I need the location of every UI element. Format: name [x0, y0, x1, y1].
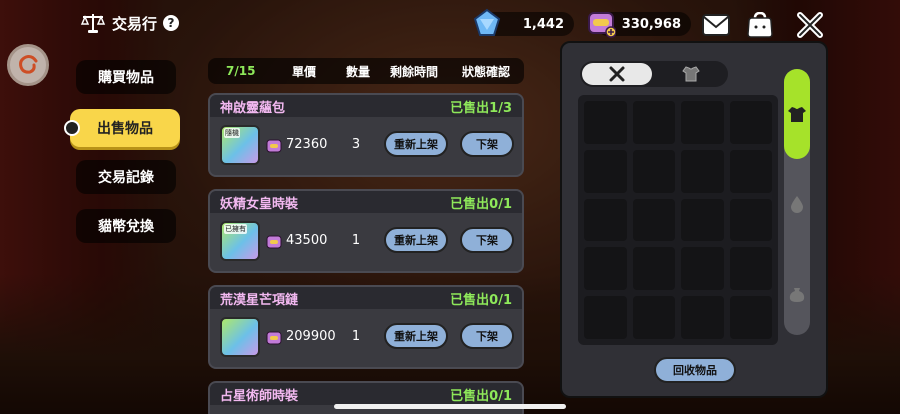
- category-rail: [784, 69, 810, 335]
- inventory-slot[interactable]: [632, 296, 675, 339]
- relist-button[interactable]: 重新上架: [384, 131, 448, 157]
- inventory-slot[interactable]: [632, 198, 675, 242]
- bag-button[interactable]: [746, 11, 774, 39]
- droplet-icon: [791, 196, 803, 213]
- listing-card[interactable]: 妖精女皇時裝 已售出0/1 已擁有 43500 1 重新上架 下架: [208, 189, 524, 273]
- coin-pouch-icon: [266, 331, 282, 345]
- inventory-slot[interactable]: [681, 149, 724, 193]
- inventory-slot[interactable]: [729, 247, 772, 291]
- arrow-icon: [64, 120, 80, 136]
- inventory-slot[interactable]: [632, 247, 675, 291]
- inventory-slot[interactable]: [729, 296, 772, 339]
- col-price: 單價: [292, 64, 317, 79]
- mail-button[interactable]: [702, 11, 730, 39]
- coin-pouch-icon: [266, 235, 282, 249]
- mail-icon: [702, 14, 730, 36]
- shirt-icon: [788, 107, 806, 122]
- scale-icon: [80, 14, 106, 33]
- menu-sell-label: 出售物品: [97, 121, 153, 137]
- item-tag: 隨機: [224, 128, 240, 138]
- item-thumbnail[interactable]: 已擁有: [220, 221, 260, 261]
- inventory-slot[interactable]: [729, 101, 772, 144]
- inventory-slot[interactable]: [681, 247, 724, 291]
- home-indicator[interactable]: [334, 404, 566, 409]
- swirl-button[interactable]: [7, 44, 49, 86]
- menu-sell[interactable]: 出售物品: [64, 109, 180, 147]
- inventory-slot[interactable]: [729, 149, 772, 193]
- menu-records[interactable]: 交易記錄: [76, 160, 176, 194]
- relist-button[interactable]: 重新上架: [384, 323, 448, 349]
- swirl-icon: [19, 55, 38, 74]
- item-name: 荒漠星芒項鏈: [220, 292, 299, 308]
- category-pets[interactable]: [784, 159, 810, 249]
- recycle-button[interactable]: 回收物品: [654, 357, 736, 383]
- inventory-slot[interactable]: [681, 296, 724, 339]
- item-name: 占星術師時裝: [220, 388, 299, 404]
- sold-status: 已售出0/1: [450, 292, 512, 308]
- remove-button[interactable]: 下架: [460, 227, 514, 253]
- remove-button[interactable]: 下架: [460, 323, 514, 349]
- category-equipment[interactable]: [784, 69, 810, 159]
- col-time: 剩餘時間: [390, 64, 439, 79]
- item-qty: 1: [351, 233, 361, 248]
- menu-buy[interactable]: 購買物品: [76, 60, 176, 94]
- listing-count: 7/15: [226, 64, 256, 78]
- close-button[interactable]: [796, 11, 824, 39]
- page-title: 交易行 ?: [80, 12, 180, 34]
- coin-pouch-icon: [266, 139, 282, 153]
- sold-status: 已售出0/1: [450, 388, 512, 404]
- inventory-slot[interactable]: [729, 198, 772, 242]
- inventory-slot[interactable]: [584, 296, 627, 339]
- page-title-text: 交易行: [112, 14, 158, 33]
- inventory-slot[interactable]: [584, 149, 627, 193]
- item-price: 72360: [286, 137, 328, 152]
- inventory-panel: 回收物品: [560, 41, 828, 398]
- gem-amount: 1,442: [522, 16, 564, 32]
- inventory-grid: [578, 95, 778, 345]
- coin-counter: 330,968: [588, 12, 691, 38]
- item-qty: 3: [351, 137, 361, 152]
- inventory-tabs: [580, 61, 728, 87]
- listing-header: 7/15 單價 數量 剩餘時間 狀態確認: [208, 58, 524, 84]
- inventory-slot[interactable]: [681, 101, 724, 144]
- crossed-tools-icon: [797, 12, 823, 38]
- item-price: 209900: [286, 329, 336, 344]
- listing-card[interactable]: 占星術師時裝 已售出0/1: [208, 381, 524, 414]
- pouch-icon: [789, 288, 805, 302]
- listing-card[interactable]: 荒漠星芒項鏈 已售出0/1 209900 1 重新上架 下架: [208, 285, 524, 369]
- crossed-swords-icon: [609, 66, 625, 82]
- item-thumbnail[interactable]: [220, 317, 260, 357]
- col-status: 狀態確認: [462, 64, 511, 79]
- item-tag: 已擁有: [224, 224, 247, 234]
- relist-button[interactable]: 重新上架: [384, 227, 448, 253]
- inventory-slot[interactable]: [584, 198, 627, 242]
- tab-armor[interactable]: [656, 63, 726, 85]
- gem-counter: 1,442: [473, 8, 574, 36]
- item-name: 神啟靈蘊包: [220, 100, 286, 116]
- inventory-slot[interactable]: [632, 149, 675, 193]
- item-price: 43500: [286, 233, 328, 248]
- bag-icon: [747, 12, 773, 38]
- tab-weapons[interactable]: [582, 63, 652, 85]
- coin-amount: 330,968: [621, 16, 681, 32]
- menu-exchange[interactable]: 貓幣兌換: [76, 209, 176, 243]
- gem-icon: [473, 8, 501, 36]
- armor-icon: [682, 66, 700, 82]
- item-qty: 1: [351, 329, 361, 344]
- help-icon[interactable]: ?: [163, 15, 180, 31]
- item-thumbnail[interactable]: 隨機: [220, 125, 260, 165]
- remove-button[interactable]: 下架: [460, 131, 514, 157]
- inventory-slot[interactable]: [632, 101, 675, 144]
- item-name: 妖精女皇時裝: [220, 196, 299, 212]
- sold-status: 已售出0/1: [450, 196, 512, 212]
- sold-status: 已售出1/3: [450, 100, 512, 116]
- inventory-slot[interactable]: [584, 247, 627, 291]
- coin-pouch-icon[interactable]: [586, 8, 616, 38]
- inventory-slot[interactable]: [584, 101, 627, 144]
- listing-card[interactable]: 神啟靈蘊包 已售出1/3 隨機 72360 3 重新上架 下架: [208, 93, 524, 177]
- inventory-slot[interactable]: [681, 198, 724, 242]
- col-qty: 數量: [346, 64, 371, 79]
- category-materials[interactable]: [784, 249, 810, 339]
